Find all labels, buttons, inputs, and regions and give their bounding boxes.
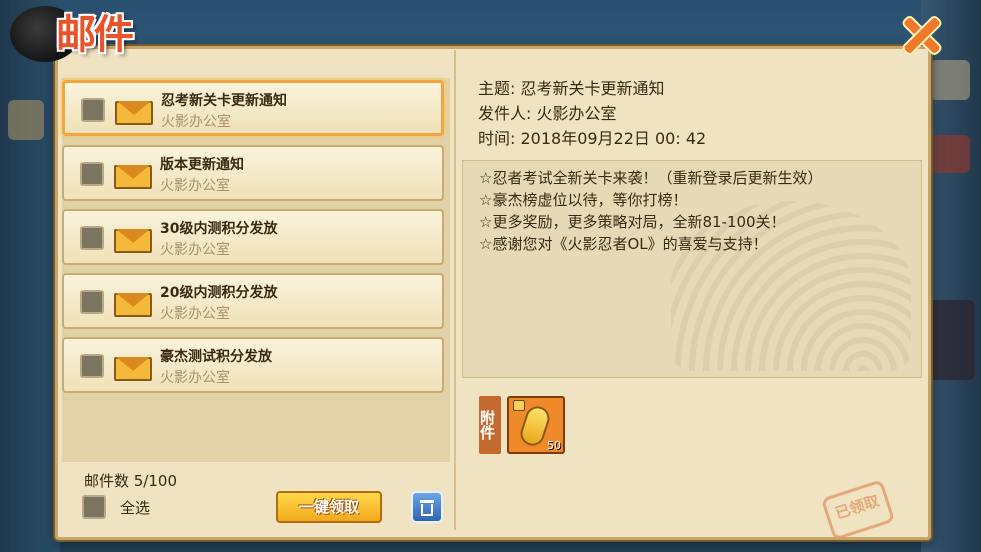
mail-sender: 火影办公室 bbox=[160, 370, 230, 386]
mail-checkbox[interactable] bbox=[80, 162, 104, 186]
mail-item[interactable]: 20级内测积分发放 火影办公室 bbox=[62, 273, 444, 329]
body-line: ☆感谢您对《火影忍者OL》的喜爱与支持！ bbox=[479, 235, 768, 253]
close-button[interactable] bbox=[900, 14, 942, 56]
attachment-item[interactable]: 50 bbox=[507, 396, 565, 454]
body-line: ☆更多奖励，更多策略对局，全新81-100关！ bbox=[479, 213, 786, 231]
mail-item[interactable]: 版本更新通知 火影办公室 bbox=[62, 145, 444, 201]
mail-title: 30级内测积分发放 bbox=[160, 221, 278, 237]
body-line: ☆豪杰榜虚位以待，等你打榜！ bbox=[479, 191, 688, 209]
mail-from: 发件人: 火影办公室 bbox=[478, 104, 617, 123]
delete-button[interactable] bbox=[411, 491, 443, 523]
envelope-icon bbox=[114, 351, 152, 381]
select-all-checkbox[interactable] bbox=[82, 495, 106, 519]
mail-sender: 火影办公室 bbox=[161, 114, 231, 130]
mail-count: 邮件数 5/100 bbox=[84, 472, 177, 490]
mail-body: ☆忍者考试全新关卡来袭！（重新登录后更新生效） ☆豪杰榜虚位以待，等你打榜！ ☆… bbox=[462, 160, 922, 378]
mail-body-text: ☆忍者考试全新关卡来袭！（重新登录后更新生效） ☆豪杰榜虚位以待，等你打榜！ ☆… bbox=[479, 167, 822, 255]
mail-item[interactable]: 忍考新关卡更新通知 火影办公室 bbox=[62, 80, 444, 136]
mail-checkbox[interactable] bbox=[81, 98, 105, 122]
dialog-title: 邮件 bbox=[10, 0, 180, 64]
claim-all-button[interactable]: 一键领取 bbox=[276, 491, 382, 523]
trash-icon bbox=[420, 500, 434, 503]
envelope-icon bbox=[115, 95, 153, 125]
attachment-quantity: 50 bbox=[547, 439, 561, 452]
mail-subject: 主题: 忍考新关卡更新通知 bbox=[478, 79, 665, 98]
mail-sender: 火影办公室 bbox=[160, 306, 230, 322]
body-line: ☆忍者考试全新关卡来袭！（重新登录后更新生效） bbox=[479, 169, 823, 187]
mail-checkbox[interactable] bbox=[80, 354, 104, 378]
mail-title: 忍考新关卡更新通知 bbox=[161, 93, 287, 109]
attachment-label: 附件 bbox=[478, 396, 501, 454]
envelope-icon bbox=[114, 159, 152, 189]
trash-icon bbox=[421, 504, 433, 516]
select-all-label[interactable]: 全选 bbox=[120, 497, 150, 518]
pane-divider bbox=[454, 50, 456, 530]
mail-item[interactable]: 豪杰测试积分发放 火影办公室 bbox=[62, 337, 444, 393]
mail-item[interactable]: 30级内测积分发放 火影办公室 bbox=[62, 209, 444, 265]
mail-title: 豪杰测试积分发放 bbox=[160, 349, 272, 365]
mail-checkbox[interactable] bbox=[80, 290, 104, 314]
mail-sender: 火影办公室 bbox=[160, 178, 230, 194]
lock-icon bbox=[513, 400, 525, 411]
envelope-icon bbox=[114, 223, 152, 253]
mail-time: 时间: 2018年09月22日 00: 42 bbox=[478, 129, 707, 148]
mail-sender: 火影办公室 bbox=[160, 242, 230, 258]
mail-header: 主题: 忍考新关卡更新通知 发件人: 火影办公室 时间: 2018年09月22日… bbox=[478, 76, 706, 151]
mail-checkbox[interactable] bbox=[80, 226, 104, 250]
envelope-icon bbox=[114, 287, 152, 317]
mail-title: 20级内测积分发放 bbox=[160, 285, 278, 301]
mail-title: 版本更新通知 bbox=[160, 157, 244, 173]
title-text: 邮件 bbox=[56, 11, 134, 58]
